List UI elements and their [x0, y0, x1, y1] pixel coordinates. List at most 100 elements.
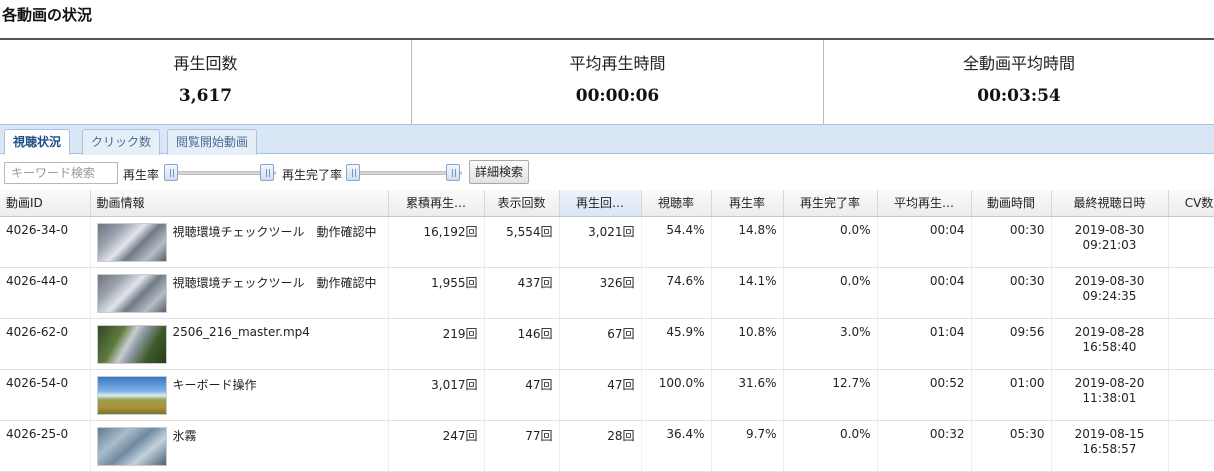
video-thumbnail[interactable]: [96, 426, 167, 466]
playrate-slider[interactable]: [162, 164, 278, 182]
total-plays-cell: 247回: [388, 420, 485, 472]
column-header[interactable]: 累積再生…: [388, 190, 485, 217]
play-rate-cell: 9.7%: [711, 420, 784, 472]
play-rate-cell: 14.8%: [711, 216, 784, 268]
video-thumbnail[interactable]: [96, 273, 167, 313]
cv-cell: [1168, 267, 1214, 319]
completion-filter-label: 再生完了率: [282, 168, 343, 182]
summary-value: 00:03:54: [977, 86, 1061, 106]
video-thumbnail[interactable]: [96, 222, 167, 262]
column-header[interactable]: 視聴率: [641, 190, 712, 217]
video-info-cell: 視聴環境チェックツール 動作確認中: [90, 267, 389, 319]
views-cell: 437回: [484, 267, 560, 319]
slider-max-handle[interactable]: [446, 164, 460, 181]
complete-rate-cell: 0.0%: [783, 420, 878, 472]
plays-cell: 67回: [559, 318, 642, 370]
column-header[interactable]: 再生回…: [559, 190, 642, 217]
plays-cell: 3,021回: [559, 216, 642, 268]
completion-slider[interactable]: [344, 164, 464, 182]
watch-rate-cell: 100.0%: [641, 369, 712, 421]
last-viewed-cell: 2019-08-28 16:58:40: [1051, 318, 1169, 370]
tab-start-video[interactable]: 閲覧開始動画: [167, 129, 258, 155]
table-row[interactable]: 4026-34-0 視聴環境チェックツール 動作確認中 16,192回 5,55…: [0, 216, 1214, 268]
video-title[interactable]: 氷霧: [173, 427, 197, 444]
column-header[interactable]: 最終視聴日時: [1051, 190, 1169, 217]
video-info-cell: 氷霧: [90, 420, 389, 472]
video-thumbnail[interactable]: [96, 375, 167, 415]
table-row[interactable]: 4026-25-0 氷霧 247回 77回 28回 36.4% 9.7% 0.0…: [0, 420, 1214, 472]
last-viewed-cell: 2019-08-20 11:38:01: [1051, 369, 1169, 421]
plays-cell: 28回: [559, 420, 642, 472]
table-row[interactable]: 4026-54-0 キーボード操作 3,017回 47回 47回 100.0% …: [0, 369, 1214, 421]
views-cell: 77回: [484, 420, 560, 472]
watch-rate-cell: 54.4%: [641, 216, 712, 268]
tab-viewing-status[interactable]: 視聴状況: [4, 129, 71, 156]
summary-value: 3,617: [178, 86, 233, 106]
total-plays-cell: 219回: [388, 318, 485, 370]
page-title: 各動画の状況: [2, 6, 93, 24]
last-viewed-date: 2019-08-15: [1074, 426, 1145, 441]
last-viewed-date: 2019-08-28: [1074, 324, 1145, 339]
watch-rate-cell: 45.9%: [641, 318, 712, 370]
duration-cell: 00:30: [971, 216, 1052, 268]
avg-play-cell: 00:52: [877, 369, 972, 421]
views-cell: 5,554回: [484, 216, 560, 268]
watch-rate-cell: 36.4%: [641, 420, 712, 472]
last-viewed-time: 16:58:57: [1082, 441, 1137, 456]
video-stats-table: 動画ID 動画情報 累積再生… 表示回数 再生回… 視聴率 再生率 再生完了率 …: [0, 190, 1214, 472]
total-plays-cell: 16,192回: [388, 216, 485, 268]
slider-max-handle[interactable]: [260, 164, 274, 181]
total-plays-cell: 1,955回: [388, 267, 485, 319]
video-id-cell: 4026-25-0: [0, 420, 91, 472]
video-id-cell: 4026-62-0: [0, 318, 91, 370]
plays-cell: 47回: [559, 369, 642, 421]
cv-cell: [1168, 216, 1214, 268]
column-header[interactable]: 平均再生…: [877, 190, 972, 217]
last-viewed-date: 2019-08-30: [1074, 273, 1145, 288]
column-header[interactable]: 動画情報: [90, 190, 389, 217]
table-row[interactable]: 4026-62-0 2506_216_master.mp4 219回 146回 …: [0, 318, 1214, 370]
table-header-row: 動画ID 動画情報 累積再生… 表示回数 再生回… 視聴率 再生率 再生完了率 …: [0, 190, 1214, 217]
video-title[interactable]: キーボード操作: [173, 376, 257, 393]
avg-play-cell: 00:04: [877, 216, 972, 268]
plays-cell: 326回: [559, 267, 642, 319]
total-plays-cell: 3,017回: [388, 369, 485, 421]
last-viewed-cell: 2019-08-30 09:24:35: [1051, 267, 1169, 319]
slider-min-handle[interactable]: [346, 164, 360, 181]
video-info-cell: 2506_216_master.mp4: [90, 318, 389, 370]
column-header[interactable]: CV数: [1168, 190, 1214, 217]
column-header[interactable]: 表示回数: [484, 190, 560, 217]
last-viewed-time: 09:21:03: [1082, 237, 1137, 252]
play-rate-cell: 14.1%: [711, 267, 784, 319]
slider-track: [346, 171, 462, 175]
column-header[interactable]: 動画ID: [0, 190, 91, 217]
summary-label: 再生回数: [173, 54, 238, 73]
cv-cell: [1168, 420, 1214, 472]
video-thumbnail[interactable]: [96, 324, 167, 364]
play-rate-cell: 31.6%: [711, 369, 784, 421]
column-header[interactable]: 動画時間: [971, 190, 1052, 217]
tab-click-count[interactable]: クリック数: [82, 129, 161, 155]
table-row[interactable]: 4026-44-0 視聴環境チェックツール 動作確認中 1,955回 437回 …: [0, 267, 1214, 319]
last-viewed-date: 2019-08-20: [1074, 375, 1145, 390]
slider-min-handle[interactable]: [164, 164, 178, 181]
column-header[interactable]: 再生率: [711, 190, 784, 217]
summary-panel: 再生回数 3,617 平均再生時間 00:00:06 全動画平均時間 00:03…: [0, 38, 1214, 124]
views-cell: 47回: [484, 369, 560, 421]
tab-bar: 視聴状況 クリック数 閲覧開始動画: [0, 124, 1214, 156]
summary-plays: 再生回数 3,617: [0, 40, 412, 124]
keyword-search-input[interactable]: [4, 162, 118, 184]
last-viewed-time: 16:58:40: [1082, 339, 1137, 354]
video-title[interactable]: 視聴環境チェックツール 動作確認中: [173, 274, 377, 291]
video-title[interactable]: 視聴環境チェックツール 動作確認中: [173, 223, 377, 240]
duration-cell: 01:00: [971, 369, 1052, 421]
column-header[interactable]: 再生完了率: [783, 190, 878, 217]
summary-value: 00:00:06: [575, 86, 660, 106]
video-info-cell: キーボード操作: [90, 369, 389, 421]
video-title[interactable]: 2506_216_master.mp4: [173, 325, 310, 339]
detail-search-button[interactable]: 詳細検索: [469, 160, 530, 184]
summary-label: 全動画平均時間: [962, 54, 1075, 73]
last-viewed-time: 09:24:35: [1082, 288, 1137, 303]
complete-rate-cell: 0.0%: [783, 267, 878, 319]
last-viewed-cell: 2019-08-30 09:21:03: [1051, 216, 1169, 268]
